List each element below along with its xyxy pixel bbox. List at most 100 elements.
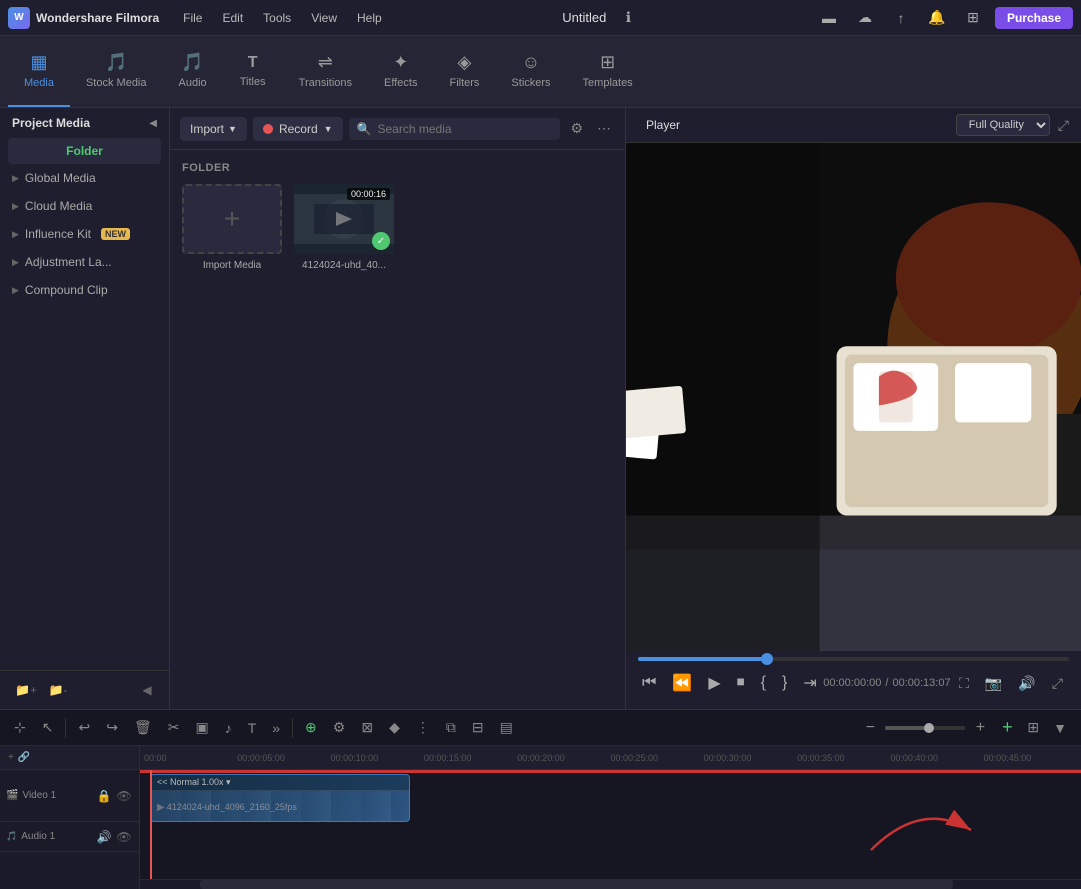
active-folder-label[interactable]: Folder bbox=[8, 138, 161, 164]
tl-redo-icon[interactable]: ↪ bbox=[100, 715, 124, 740]
tl-cursor-tool[interactable]: ↖ bbox=[36, 715, 60, 740]
tl-add-track-icon[interactable]: + bbox=[995, 716, 1019, 740]
frame-back-icon[interactable]: ⏪ bbox=[668, 669, 696, 697]
tl-audio-icon[interactable]: ♪ bbox=[219, 716, 238, 740]
volume-icon[interactable]: 🔊 bbox=[1012, 671, 1041, 696]
add-folder-icon[interactable]: 📁+ bbox=[12, 679, 40, 701]
tl-select-tool[interactable]: ⊹ bbox=[8, 715, 32, 740]
snapshot-icon[interactable]: 📷 bbox=[979, 671, 1008, 696]
tl-scrollbar[interactable] bbox=[140, 879, 1081, 889]
tl-scrollbar-thumb[interactable] bbox=[200, 880, 953, 889]
sidebar-adjustment-label: Adjustment La... bbox=[25, 255, 112, 269]
import-media-item[interactable]: + Import Media bbox=[182, 184, 282, 271]
tl-delete-icon[interactable]: 🗑 bbox=[128, 715, 158, 740]
sidebar-compound-clip-label: Compound Clip bbox=[25, 283, 108, 297]
tl-crop-icon[interactable]: ▣ bbox=[189, 715, 214, 740]
video-media-item[interactable]: 00:00:16 ✓ 4124024-uhd_40... bbox=[294, 184, 394, 271]
tl-divider-2 bbox=[292, 718, 293, 738]
tl-undo-icon[interactable]: ↩ bbox=[72, 715, 96, 740]
sidebar-collapse-icon[interactable]: ◀ bbox=[137, 679, 157, 701]
tl-multicam-icon[interactable]: ⊟ bbox=[466, 715, 490, 740]
ruler-mark-2: 00:00:10:00 bbox=[331, 753, 424, 763]
crop-icon[interactable]: ⤢ bbox=[1046, 671, 1069, 696]
tl-video-clip[interactable]: << Normal 1.00x ▾ ▶ 4124024-uhd_4096_216… bbox=[150, 774, 410, 822]
tl-hide-icon[interactable]: 👁 bbox=[115, 787, 133, 805]
tl-cut-icon[interactable]: ✂ bbox=[162, 715, 186, 740]
project-info-icon[interactable]: ℹ bbox=[614, 4, 642, 32]
stop-button[interactable]: ⏹ bbox=[733, 670, 749, 696]
progress-bar[interactable] bbox=[638, 657, 1069, 661]
sidebar-item-compound-clip[interactable]: ▶ Compound Clip bbox=[0, 276, 169, 304]
logo: W Wondershare Filmora bbox=[8, 7, 159, 29]
purchase-button[interactable]: Purchase bbox=[995, 7, 1073, 29]
tl-layout-icon[interactable]: ⊞ bbox=[1023, 715, 1043, 740]
more-options-icon[interactable]: ⋯ bbox=[593, 116, 615, 141]
import-button[interactable]: Import ▼ bbox=[180, 117, 247, 141]
tab-transitions[interactable]: ⇌ Transitions bbox=[283, 36, 368, 107]
tab-titles[interactable]: T Titles bbox=[223, 36, 283, 107]
minimize-icon[interactable]: ▬ bbox=[815, 4, 843, 32]
play-button[interactable]: ▶ bbox=[704, 669, 724, 697]
menu-edit[interactable]: Edit bbox=[214, 7, 251, 29]
menu-view[interactable]: View bbox=[303, 7, 345, 29]
tab-filters[interactable]: ◈ Filters bbox=[433, 36, 495, 107]
progress-thumb[interactable] bbox=[761, 653, 773, 665]
tl-zoom-in-icon[interactable]: + bbox=[969, 717, 991, 739]
logo-icon: W bbox=[8, 7, 30, 29]
new-badge: NEW bbox=[101, 228, 130, 240]
tl-zoom-thumb[interactable] bbox=[924, 723, 934, 733]
filter-icon[interactable]: ⚙ bbox=[566, 116, 587, 141]
tab-stickers[interactable]: ☺ Stickers bbox=[495, 36, 566, 107]
tl-add-media-icon[interactable]: + bbox=[8, 752, 14, 763]
skip-back-icon[interactable]: ⏮ bbox=[638, 670, 660, 696]
tab-templates[interactable]: ⊞ Templates bbox=[567, 36, 649, 107]
tl-zoom-out-icon[interactable]: − bbox=[859, 717, 881, 739]
tl-audio-mute-icon[interactable]: 👁 bbox=[115, 828, 133, 846]
chevron-right-icon: ▶ bbox=[12, 257, 19, 268]
menu-tools[interactable]: Tools bbox=[255, 7, 299, 29]
fullscreen-icon[interactable]: ⛶ bbox=[953, 671, 975, 696]
tl-ruler[interactable]: 00:00 00:00:05:00 00:00:10:00 00:00:15:0… bbox=[140, 746, 1081, 770]
tl-copyclip-icon[interactable]: ⧉ bbox=[440, 715, 462, 740]
video-thumb: 00:00:16 ✓ bbox=[294, 184, 394, 254]
sidebar-fold-icon[interactable]: ◀ bbox=[149, 118, 157, 129]
tl-lock-icon[interactable]: 🔒 bbox=[95, 787, 113, 805]
export-icon[interactable]: ↑ bbox=[887, 4, 915, 32]
tl-more-icon[interactable]: » bbox=[266, 716, 286, 740]
sidebar-item-adjustment[interactable]: ▶ Adjustment La... bbox=[0, 248, 169, 276]
menu-file[interactable]: File bbox=[175, 7, 210, 29]
tab-audio[interactable]: 🎵 Audio bbox=[163, 36, 223, 107]
sidebar-item-influence-kit[interactable]: ▶ Influence Kit NEW bbox=[0, 220, 169, 248]
tl-audio-lock-icon[interactable]: 🔊 bbox=[95, 828, 113, 846]
tl-text-icon[interactable]: T bbox=[242, 716, 263, 740]
expand-icon[interactable]: ⤢ bbox=[1058, 117, 1069, 134]
tab-media[interactable]: ▦ Media bbox=[8, 36, 70, 107]
tab-effects[interactable]: ✦ Effects bbox=[368, 36, 433, 107]
tab-player[interactable]: Player bbox=[638, 114, 688, 136]
tl-effect-icon[interactable]: ⋮ bbox=[410, 715, 436, 740]
quality-select[interactable]: Full Quality 1/2 Quality 1/4 Quality bbox=[956, 114, 1050, 136]
tl-snap-icon[interactable]: ⊕ bbox=[299, 715, 323, 740]
stock-media-tab-icon: 🎵 bbox=[105, 52, 127, 73]
tl-subtitle-icon[interactable]: ▤ bbox=[494, 715, 519, 740]
tl-magnet-icon[interactable]: ⚙ bbox=[327, 715, 352, 740]
tab-stock-media[interactable]: 🎵 Stock Media bbox=[70, 36, 163, 107]
tl-zoom-slider[interactable] bbox=[885, 726, 965, 730]
search-input[interactable] bbox=[378, 122, 553, 136]
tl-split-icon[interactable]: ⊠ bbox=[355, 715, 379, 740]
notification-icon[interactable]: 🔔 bbox=[923, 4, 951, 32]
tl-settings-icon[interactable]: ▼ bbox=[1047, 716, 1073, 740]
remove-folder-icon[interactable]: 📁- bbox=[44, 679, 72, 701]
tl-playhead[interactable] bbox=[150, 770, 152, 879]
tl-link-icon[interactable]: 🔗 bbox=[18, 752, 30, 763]
grid-icon[interactable]: ⊞ bbox=[959, 4, 987, 32]
tl-keyframe-icon[interactable]: ◆ bbox=[383, 715, 406, 740]
sidebar-item-global-media[interactable]: ▶ Global Media bbox=[0, 164, 169, 192]
menu-help[interactable]: Help bbox=[349, 7, 390, 29]
insert-icon[interactable]: ⇥ bbox=[799, 669, 820, 697]
sidebar-item-cloud-media[interactable]: ▶ Cloud Media bbox=[0, 192, 169, 220]
record-button[interactable]: Record ▼ bbox=[253, 117, 343, 141]
save-cloud-icon[interactable]: ☁ bbox=[851, 4, 879, 32]
mark-out-icon[interactable]: } bbox=[778, 670, 791, 696]
mark-in-icon[interactable]: { bbox=[757, 670, 770, 696]
